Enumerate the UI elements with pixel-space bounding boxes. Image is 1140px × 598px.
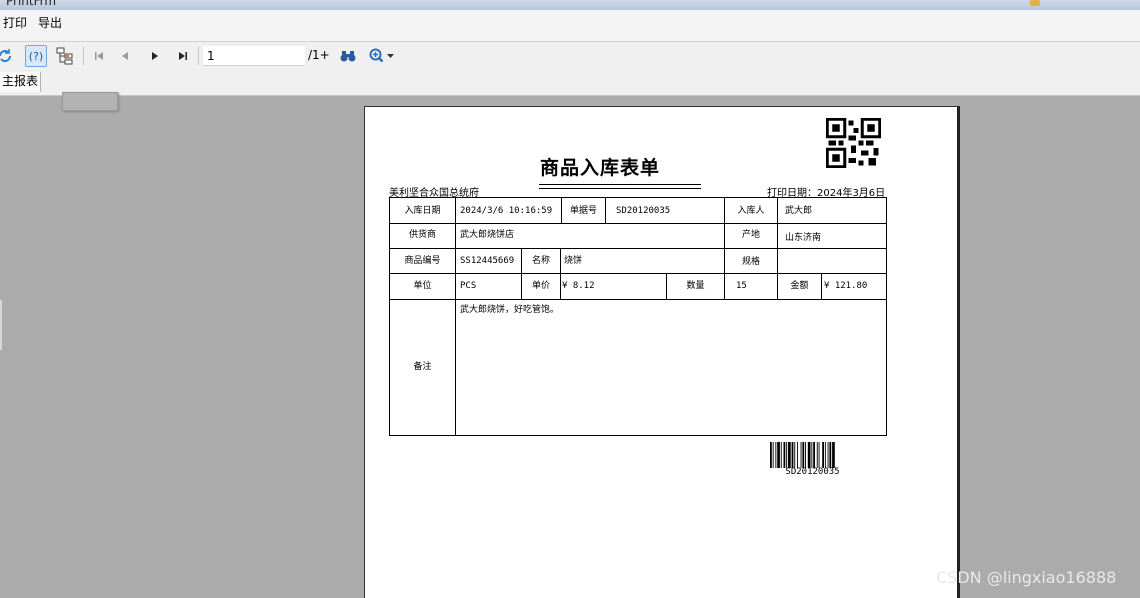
- report-tabs: 主报表: [0, 70, 1140, 96]
- first-page-button[interactable]: [88, 45, 110, 67]
- tray-icon: [1030, 0, 1040, 6]
- value-in-date: 2024/3/6 10:16:59: [460, 206, 553, 216]
- barcode-bar: [802, 442, 805, 468]
- value-remark: 武大郎烧饼，好吃管饱。: [460, 305, 560, 315]
- find-button[interactable]: [337, 45, 359, 67]
- left-edge-handle: [0, 300, 2, 350]
- binoculars-icon: [340, 51, 356, 62]
- label-supplier: 供货商: [408, 230, 436, 240]
- page-total: /1+: [308, 48, 330, 62]
- value-order-no: SD20120035: [616, 206, 671, 216]
- label-origin: 产地: [741, 230, 760, 240]
- barcode-bar: [829, 442, 832, 468]
- barcode-text: SD20120035: [785, 467, 840, 477]
- watermark: CSDN @lingxiao16888: [936, 568, 1117, 587]
- label-name: 名称: [531, 256, 550, 266]
- value-supplier: 武大郎烧饼店: [460, 230, 515, 240]
- report-table-grid: [389, 197, 887, 436]
- label-quantity: 数量: [686, 281, 705, 291]
- barcode-bar: [777, 442, 780, 468]
- first-page-icon: [95, 52, 103, 60]
- barcode-bar: [780, 442, 782, 468]
- barcode-bar: [807, 442, 811, 468]
- report-page: 商品入库表单 美利坚合众国总统府 打印日期：2024年3月6日 入库日期 202…: [364, 106, 960, 598]
- value-unit-price: ¥ 8.12: [562, 281, 595, 291]
- barcode-bar: [832, 442, 835, 468]
- barcode-bar: [791, 442, 794, 468]
- label-receiver: 入库人: [737, 206, 765, 216]
- label-item-code: 商品编号: [404, 256, 441, 266]
- barcode-bar: [813, 442, 815, 468]
- tree-view-button[interactable]: [54, 45, 76, 67]
- window-title: PrintFrm: [6, 0, 57, 8]
- zoom-in-icon: [369, 48, 383, 63]
- barcode-bar: [827, 442, 829, 468]
- barcode-bar: [783, 442, 786, 468]
- value-quantity: 15: [736, 281, 747, 291]
- barcode-bar: [788, 442, 791, 468]
- value-name: 烧饼: [564, 256, 583, 266]
- barcode-bar: [818, 442, 820, 468]
- barcode-bar: [805, 442, 806, 468]
- next-page-icon: [152, 52, 158, 60]
- label-remark: 备注: [413, 362, 432, 372]
- menu-print[interactable]: 打印: [1, 14, 29, 31]
- next-page-button[interactable]: [144, 45, 166, 67]
- barcode-bar: [811, 442, 813, 468]
- refresh-button[interactable]: [0, 45, 16, 67]
- value-receiver: 武大郎: [785, 206, 813, 216]
- chevron-down-icon: [386, 54, 394, 58]
- tree-icon: [56, 47, 73, 65]
- label-unit: 单位: [413, 281, 432, 291]
- help-icon: (?): [29, 50, 43, 63]
- last-page-icon: [179, 52, 187, 60]
- value-amount: ¥ 121.80: [824, 281, 868, 291]
- refresh-icon: [0, 49, 11, 62]
- barcode-bar: [786, 442, 788, 468]
- window-titlebar: PrintFrm: [0, 0, 1140, 10]
- zoom-button[interactable]: [364, 45, 398, 67]
- label-unit-price: 单价: [531, 281, 550, 291]
- svg-text:(?): (?): [29, 50, 43, 63]
- help-button[interactable]: (?): [25, 45, 47, 67]
- last-page-button[interactable]: [172, 45, 194, 67]
- barcode-bar: [797, 442, 798, 468]
- barcode-bar: [794, 442, 796, 468]
- label-in-date: 入库日期: [404, 206, 441, 216]
- tooltip: [62, 92, 118, 111]
- prev-page-button[interactable]: [114, 45, 136, 67]
- tab-main-report[interactable]: 主报表: [0, 72, 42, 92]
- barcode: [770, 442, 835, 468]
- page-number-input[interactable]: [203, 46, 305, 66]
- label-spec: 规格: [741, 257, 760, 267]
- menu-export[interactable]: 导出: [36, 14, 64, 31]
- barcode-bar: [816, 442, 818, 468]
- label-order-no: 单据号: [569, 206, 597, 216]
- barcode-bar: [770, 442, 772, 468]
- toolbar: (?): [0, 42, 1140, 70]
- menu-bar: 打印 导出: [0, 10, 1140, 42]
- value-origin: 山东济南: [785, 233, 822, 243]
- barcode-bar: [824, 442, 826, 468]
- value-item-code: SS12445669: [460, 256, 515, 266]
- value-unit: PCS: [460, 281, 477, 291]
- barcode-bar: [772, 442, 774, 468]
- barcode-bar: [800, 442, 802, 468]
- prev-page-icon: [122, 52, 128, 60]
- label-amount: 金额: [790, 281, 809, 291]
- barcode-bar: [775, 442, 777, 468]
- barcode-bar: [822, 442, 824, 468]
